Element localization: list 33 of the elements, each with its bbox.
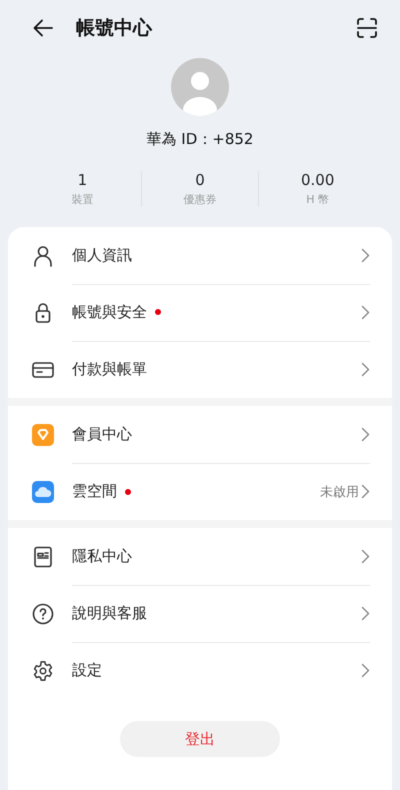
stat-value: 1 (78, 171, 88, 189)
chevron-icon (361, 548, 370, 564)
cloud-icon (32, 480, 54, 502)
settings-icon (32, 660, 54, 682)
stat-value: 0.00 (300, 171, 334, 189)
page-title: 帳號中心 (76, 16, 154, 41)
logout-button[interactable]: 登出 (120, 721, 280, 757)
menu-item[interactable]: 付款與帳單 (72, 360, 147, 379)
account-id: 華為 ID：+852 (146, 130, 254, 149)
menu-item[interactable]: 說明與客服 (72, 604, 147, 622)
chevron-icon (361, 606, 370, 620)
status-text: 未啟用 (320, 484, 359, 500)
back-button[interactable] (32, 17, 54, 39)
person-icon (32, 244, 54, 266)
menu-item[interactable]: 隱私中心 (72, 546, 132, 566)
chevron-icon (361, 426, 370, 442)
menu-item[interactable]: 雲空間 (72, 482, 117, 501)
chevron-icon (361, 484, 370, 499)
stat-label: 裝置 (71, 192, 94, 207)
help-icon (32, 602, 54, 624)
stat-label: H 幣 (306, 192, 330, 207)
stat-value: 0 (195, 171, 205, 189)
menu-item[interactable]: 帳號與安全 (72, 302, 147, 322)
menu-item[interactable]: 個人資訊 (72, 246, 132, 264)
chevron-icon (361, 304, 370, 320)
chevron-icon (361, 362, 370, 377)
chevron-icon (361, 663, 370, 678)
id-card-icon (32, 546, 54, 568)
chevron-icon (361, 248, 370, 262)
stat-label: 優惠券 (184, 192, 216, 207)
menu-item[interactable]: 設定 (72, 661, 102, 680)
menu-item[interactable]: 會員中心 (72, 424, 132, 444)
scan-button[interactable] (356, 17, 378, 39)
